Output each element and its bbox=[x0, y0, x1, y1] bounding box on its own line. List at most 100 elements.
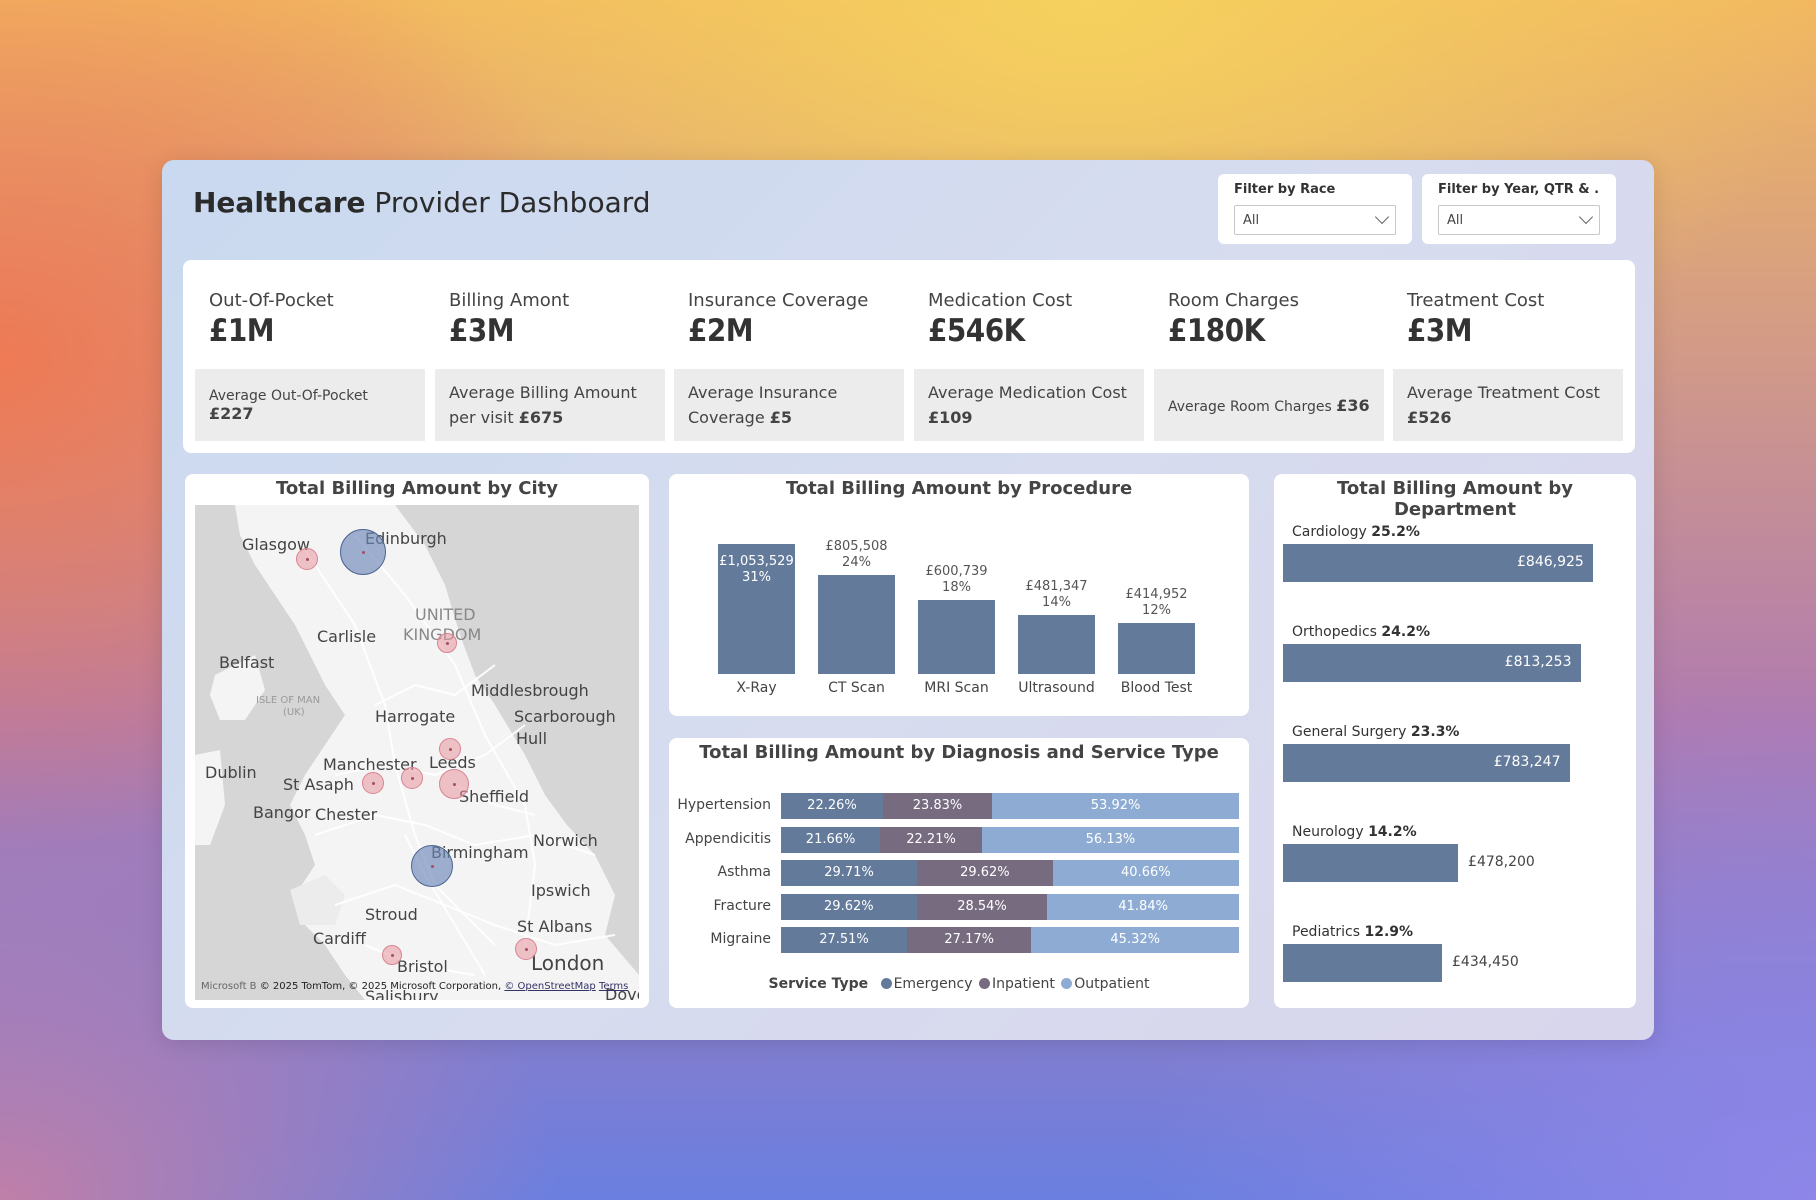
page-title: Healthcare Provider Dashboard bbox=[193, 186, 651, 219]
kpi-value: £3M bbox=[1407, 313, 1473, 349]
diagnosis-segment-emergency[interactable]: 21.66% bbox=[781, 826, 881, 853]
map-bubble-leeds[interactable] bbox=[401, 767, 423, 789]
diagnosis-segment-emergency[interactable]: 22.26% bbox=[781, 793, 883, 819]
procedure-category-label: MRI Scan bbox=[924, 680, 989, 696]
diagnosis-segment-inpatient[interactable]: 23.83% bbox=[882, 793, 993, 819]
department-label: Neurology 14.2% bbox=[1292, 824, 1417, 840]
diagnosis-row: Asthma 29.71% 29.62% 40.66% bbox=[669, 860, 1249, 886]
kpi-medication-cost: Medication Cost £546K Average Medication… bbox=[914, 260, 1144, 453]
diagnosis-segment-inpatient[interactable]: 29.62% bbox=[917, 860, 1053, 886]
map-label-hull: Hull bbox=[516, 729, 548, 748]
diagnosis-segment-emergency[interactable]: 29.62% bbox=[781, 893, 917, 920]
diagnosis-row: Migraine 27.51% 27.17% 45.32% bbox=[669, 927, 1249, 953]
map-bubble-london[interactable] bbox=[515, 938, 537, 960]
department-label: Orthopedics 24.2% bbox=[1292, 624, 1430, 640]
procedure-bar[interactable] bbox=[1018, 614, 1095, 674]
kpi-out-of-pocket: Out-Of-Pocket £1M Average Out-Of-Pocket … bbox=[195, 260, 425, 453]
kpi-average: Average Room Charges £36 bbox=[1154, 369, 1384, 441]
procedure-category-label: CT Scan bbox=[828, 680, 885, 696]
kpi-label: Insurance Coverage bbox=[688, 290, 869, 311]
map-bubble-manchester[interactable] bbox=[362, 772, 384, 794]
legend-title: Service Type bbox=[768, 976, 869, 992]
procedure-category-label: Blood Test bbox=[1120, 680, 1193, 696]
diagnosis-segment-inpatient[interactable]: 27.17% bbox=[906, 927, 1032, 953]
procedure-bar[interactable] bbox=[1118, 622, 1195, 674]
department-bar[interactable] bbox=[1283, 944, 1443, 982]
year-qtr-filter-label: Filter by Year, QTR & ... bbox=[1438, 182, 1600, 197]
kpi-value: £546K bbox=[928, 313, 1025, 349]
legend-dot bbox=[880, 978, 892, 989]
year-qtr-filter-dropdown[interactable]: All bbox=[1438, 205, 1600, 235]
year-qtr-filter[interactable]: Filter by Year, QTR & ... All bbox=[1422, 174, 1616, 244]
procedure-data-label: £414,952 12% bbox=[1125, 586, 1188, 618]
diagnosis-label: Fracture bbox=[713, 897, 772, 914]
department-chart-card: Total Billing Amount by Department Cardi… bbox=[1274, 474, 1636, 1008]
diagnosis-segment-inpatient[interactable]: 22.21% bbox=[880, 826, 982, 853]
diagnosis-segment-emergency[interactable]: 29.71% bbox=[781, 860, 918, 886]
map-label-belfast: Belfast bbox=[219, 653, 275, 672]
map-label-carlisle: Carlisle bbox=[317, 627, 377, 646]
procedure-category-label: X-Ray bbox=[736, 680, 777, 696]
procedure-chart-card: Total Billing Amount by Procedure £1,053… bbox=[669, 474, 1249, 716]
department-label: Pediatrics 12.9% bbox=[1292, 924, 1414, 940]
kpi-average: Average Treatment Cost £526 bbox=[1393, 369, 1623, 441]
map-bubble-harrogate[interactable] bbox=[439, 738, 461, 760]
service-type-legend: Service Type Emergency Inpatient Outpati… bbox=[669, 976, 1249, 992]
race-filter-value: All bbox=[1243, 213, 1260, 228]
department-value: £813,253 bbox=[1504, 654, 1572, 670]
map-label-st-albans: St Albans bbox=[517, 917, 593, 936]
map-label-isle-of-man-uk: (UK) bbox=[283, 707, 305, 718]
legend-inpatient[interactable]: Inpatient bbox=[977, 976, 1055, 992]
terms-link[interactable]: Terms bbox=[599, 981, 628, 992]
kpi-average: Average Out-Of-Pocket £227 bbox=[195, 369, 425, 441]
dashboard-panel: Healthcare Provider Dashboard Filter by … bbox=[162, 160, 1654, 1040]
diagnosis-segment-emergency[interactable]: 27.51% bbox=[781, 927, 907, 953]
map-bubble-bristol[interactable] bbox=[382, 945, 402, 965]
diagnosis-segment-outpatient[interactable]: 56.13% bbox=[981, 826, 1239, 853]
map-bubble-durham[interactable] bbox=[437, 633, 457, 653]
map-label-norwich: Norwich bbox=[533, 831, 598, 850]
procedure-data-label: £1,053,529 31% bbox=[719, 554, 794, 585]
card-title: Total Billing Amount by Diagnosis and Se… bbox=[699, 742, 1219, 763]
diagnosis-row: Fracture 29.62% 28.54% 41.84% bbox=[669, 893, 1249, 920]
map-label-sheffield: Sheffield bbox=[459, 787, 530, 806]
kpi-value: £3M bbox=[449, 313, 515, 349]
map-bubble-birmingham[interactable] bbox=[411, 845, 453, 887]
department-label: General Surgery 23.3% bbox=[1292, 724, 1460, 740]
race-filter-label: Filter by Race bbox=[1234, 182, 1336, 197]
map-bubble-edinburgh[interactable] bbox=[340, 529, 386, 575]
uk-map[interactable]: Glasgow Edinburgh UNITED KINGDOM Carlisl… bbox=[195, 505, 639, 1000]
procedure-bar[interactable] bbox=[818, 574, 895, 674]
chevron-down-icon bbox=[1374, 209, 1390, 225]
department-label: Cardiology 25.2% bbox=[1292, 524, 1420, 540]
kpi-label: Treatment Cost bbox=[1407, 290, 1545, 311]
race-filter[interactable]: Filter by Race All bbox=[1218, 174, 1412, 244]
diagnosis-segment-inpatient[interactable]: 28.54% bbox=[916, 893, 1048, 920]
diagnosis-segment-outpatient[interactable]: 40.66% bbox=[1052, 860, 1239, 886]
kpi-label: Room Charges bbox=[1168, 290, 1299, 311]
osm-link[interactable]: © OpenStreetMap bbox=[504, 981, 595, 992]
procedure-bar[interactable] bbox=[918, 599, 995, 674]
map-bubble-glasgow[interactable] bbox=[296, 548, 318, 570]
kpi-strip: Out-Of-Pocket £1M Average Out-Of-Pocket … bbox=[183, 260, 1635, 453]
diagnosis-segment-outpatient[interactable]: 45.32% bbox=[1031, 927, 1239, 953]
department-value: £846,925 bbox=[1517, 554, 1584, 570]
map-label-chester: Chester bbox=[315, 805, 378, 824]
legend-outpatient[interactable]: Outpatient bbox=[1059, 976, 1149, 992]
diagnosis-segment-outpatient[interactable]: 53.92% bbox=[992, 793, 1240, 819]
map-label-st-asaph: St Asaph bbox=[283, 775, 354, 794]
kpi-average: Average Insurance Coverage £5 bbox=[674, 369, 904, 441]
map-label-scarborough: Scarborough bbox=[514, 707, 616, 726]
legend-emergency[interactable]: Emergency bbox=[879, 976, 973, 992]
diagnosis-segment-outpatient[interactable]: 41.84% bbox=[1047, 893, 1239, 920]
diagnosis-label: Hypertension bbox=[677, 797, 771, 813]
map-bubble-sheffield[interactable] bbox=[439, 769, 469, 799]
kpi-value: £1M bbox=[209, 313, 275, 349]
department-bar[interactable] bbox=[1283, 844, 1459, 882]
diagnosis-chart-card: Total Billing Amount by Diagnosis and Se… bbox=[669, 738, 1249, 1008]
map-label-middlesbrough: Middlesbrough bbox=[471, 681, 589, 700]
card-title: Total Billing Amount by Department bbox=[1337, 478, 1573, 520]
race-filter-dropdown[interactable]: All bbox=[1234, 205, 1396, 235]
kpi-label: Out-Of-Pocket bbox=[209, 290, 334, 311]
map-label-ipswich: Ipswich bbox=[531, 881, 591, 900]
